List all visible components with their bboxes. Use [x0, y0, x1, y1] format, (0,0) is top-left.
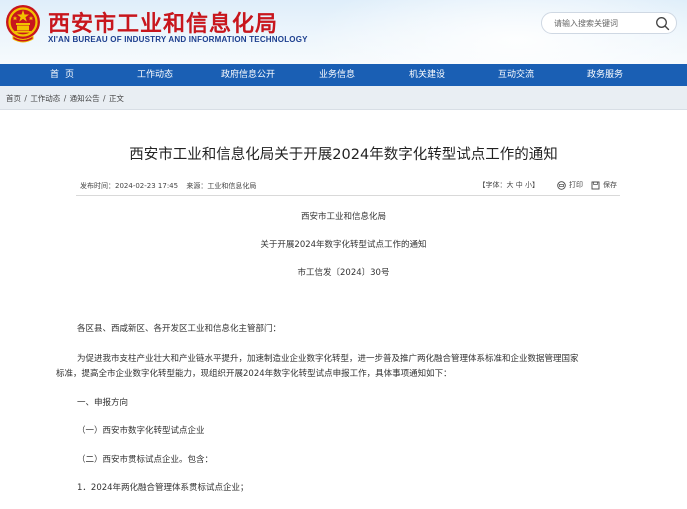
doc-salutation: 各区县、西咸新区、各开发区工业和信息化主管部门：	[77, 324, 282, 334]
publish-time: 2024-02-23 17:45	[115, 182, 179, 190]
doc-paragraph-line: 为促进我市支柱产业壮大和产业链水平提升，加速制造业企业数字化转型，进一步普及推广…	[77, 354, 579, 364]
nav-item-interaction[interactable]: 互动交流	[496, 64, 536, 86]
site-title: 西安市工业和信息化局	[48, 11, 279, 37]
save-icon	[591, 181, 600, 189]
nav-item-home[interactable]: 首页	[0, 64, 130, 86]
breadcrumb-separator: /	[24, 94, 27, 103]
breadcrumb-notices[interactable]: 通知公告	[70, 94, 100, 103]
search-input[interactable]	[554, 16, 654, 30]
search-icon[interactable]	[655, 16, 670, 31]
print-icon	[557, 180, 566, 190]
breadcrumb-bar: 首页 / 工作动态 / 通知公告 / 正文	[0, 86, 687, 110]
article-meta: 发布时间：2024-02-23 17:45 来源：工业和信息化局	[80, 181, 262, 191]
breadcrumb-home[interactable]: 首页	[6, 94, 21, 103]
nav-item-org-building[interactable]: 机关建设	[358, 64, 496, 86]
nav-item-work-news[interactable]: 工作动态	[130, 64, 180, 86]
doc-list-item: 1．2024年两化融合管理体系贯标试点企业；	[77, 483, 249, 493]
article-tools: 【字体：大 中 小】 打印 保存	[479, 180, 617, 190]
doc-title: 关于开展2024年数字化转型试点工作的通知	[260, 240, 427, 250]
doc-number: 市工信发〔2024〕30号	[297, 268, 390, 278]
main-nav: 首页 工作动态 政府信息公开 业务信息 机关建设 互动交流 政务服务	[0, 64, 687, 86]
print-label: 打印	[569, 181, 583, 189]
doc-issuer: 西安市工业和信息化局	[300, 212, 386, 222]
search-box	[541, 12, 677, 34]
meta-divider	[76, 195, 620, 196]
doc-list-item: （二）西安市贯标试点企业。包含：	[77, 455, 214, 465]
breadcrumb-separator: /	[103, 94, 106, 103]
publish-label: 发布时间：	[80, 182, 115, 190]
doc-section-heading: 一、申报方向	[77, 398, 129, 408]
save-button[interactable]: 保存	[591, 180, 617, 190]
doc-list-item: （一）西安市数字化转型试点企业	[77, 426, 205, 436]
article-title: 西安市工业和信息化局关于开展2024年数字化转型试点工作的通知	[129, 147, 558, 163]
print-button[interactable]: 打印	[557, 180, 583, 190]
site-subtitle-en: XI'AN BUREAU OF INDUSTRY AND INFORMATION…	[48, 35, 308, 44]
source-value: 工业和信息化局	[207, 182, 257, 190]
doc-paragraph-line: 标准，提高全市企业数字化转型能力，现组织开展2024年数字化转型试点申报工作，具…	[56, 369, 452, 379]
breadcrumb: 首页 / 工作动态 / 通知公告 / 正文	[6, 93, 124, 104]
save-label: 保存	[603, 181, 617, 189]
nav-item-gov-info[interactable]: 政府信息公开	[180, 64, 316, 86]
source-label: 来源：	[186, 182, 208, 190]
breadcrumb-separator: /	[63, 94, 67, 103]
breadcrumb-current: 正文	[108, 94, 124, 103]
breadcrumb-work-news[interactable]: 工作动态	[30, 94, 60, 103]
font-size-control[interactable]: 【字体：大 中 小】	[479, 180, 539, 190]
source-info: 来源：工业和信息化局	[186, 182, 256, 190]
national-emblem-icon	[6, 5, 40, 43]
site-header: 西安市工业和信息化局 XI'AN BUREAU OF INDUSTRY AND …	[0, 0, 687, 64]
publish-time-label: 发布时间：2024-02-23 17:45	[80, 182, 178, 190]
nav-item-gov-services[interactable]: 政务服务	[536, 64, 674, 86]
nav-item-business-info[interactable]: 业务信息	[316, 64, 358, 86]
